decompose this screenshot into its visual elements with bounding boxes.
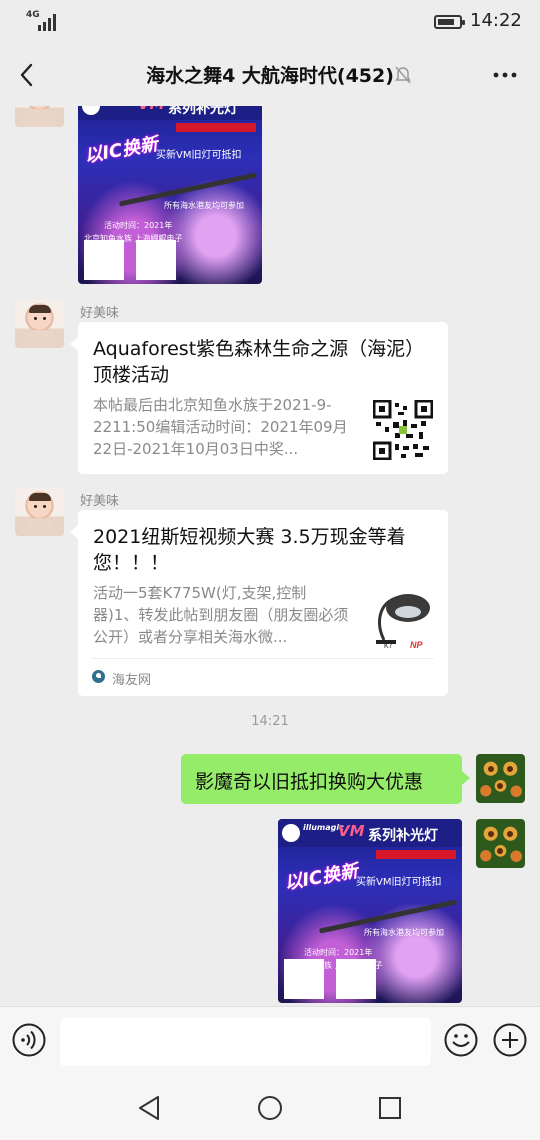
card-description: 活动一5套K775W(灯,支架,控制器)1、转发此帖到朋友圈（朋友圈必须公开）或…	[93, 584, 349, 646]
poster-line2: 所有海水港友均可参加	[364, 928, 444, 937]
voice-icon[interactable]	[12, 1023, 46, 1057]
my-text-message[interactable]: 影魔奇以旧抵扣换购大优惠	[181, 754, 470, 804]
home-circle-icon[interactable]	[254, 1092, 286, 1124]
signal-icon	[38, 14, 56, 31]
poster-series: 系列补光灯	[368, 828, 438, 844]
bell-muted-icon	[395, 66, 411, 84]
thumb-label: K7	[384, 643, 393, 650]
recents-square-icon[interactable]	[374, 1092, 406, 1124]
my-avatar[interactable]	[476, 819, 525, 868]
avatar[interactable]	[15, 299, 64, 348]
qr-code	[84, 240, 124, 280]
poster-swap: 以IC换新	[82, 133, 160, 168]
brand-logo-icon	[282, 824, 300, 842]
plus-icon[interactable]	[493, 1023, 527, 1057]
message-list[interactable]: illumagic VM 系列补光灯 以IC换新 买新VM旧灯可抵扣 所有海水港…	[0, 106, 540, 1006]
chat-header: 海水之舞4 大航海时代(452)	[0, 44, 540, 106]
message-timestamp: 14:21	[251, 714, 289, 729]
message-input[interactable]	[60, 1018, 431, 1066]
sender-name: 好美味	[80, 494, 120, 509]
card-description: 本帖最后由北京知鱼水族于2021-9-2211:50编辑活动时间：2021年09…	[93, 396, 348, 458]
card-source: 海友网	[92, 658, 434, 696]
system-nav-bar	[0, 1076, 540, 1140]
poster-line3: 活动时间：2021年	[104, 221, 173, 230]
battery-icon	[434, 15, 465, 29]
battery-level	[438, 19, 454, 25]
card-title: Aquaforest紫色森林生命之源（海泥）顶楼活动	[93, 338, 415, 386]
qr-code	[284, 959, 324, 999]
status-bar: 4G 14:22	[0, 0, 540, 44]
link-card[interactable]: 2021纽斯短视频大赛 3.5万现金等着您！！！ 活动一5套K775W(灯,支架…	[70, 510, 448, 696]
avatar[interactable]	[15, 106, 64, 127]
input-bar	[0, 1006, 540, 1077]
emoji-icon[interactable]	[444, 1023, 478, 1057]
sender-name: 好美味	[80, 306, 120, 321]
qr-code	[336, 959, 376, 999]
avatar[interactable]	[15, 487, 64, 536]
source-logo-icon	[92, 670, 105, 683]
source-name: 海友网	[112, 673, 152, 688]
poster-line1: 买新VM旧灯可抵扣	[356, 877, 442, 888]
poster-series: 系列补光灯	[168, 106, 238, 117]
clock: 14:22	[470, 10, 522, 31]
poster-vm: VM	[338, 822, 365, 840]
back-triangle-icon[interactable]	[134, 1092, 166, 1124]
poster-line3: 活动时间：2021年	[304, 948, 373, 957]
message-text: 影魔奇以旧抵扣换购大优惠	[195, 771, 424, 793]
my-image-message[interactable]: illumagic VM 系列补光灯 以IC换新 买新VM旧灯可抵扣 所有海水港…	[278, 819, 462, 1003]
svg-text:NP: NP	[410, 640, 423, 650]
qr-code	[136, 240, 176, 280]
image-message[interactable]: illumagic VM 系列补光灯 以IC换新 买新VM旧灯可抵扣 所有海水港…	[78, 106, 262, 284]
poster-line2: 所有海水港友均可参加	[164, 201, 244, 210]
product-thumbnail: K7 NP	[370, 584, 434, 650]
link-card[interactable]: Aquaforest紫色森林生命之源（海泥）顶楼活动 本帖最后由北京知鱼水族于2…	[70, 322, 448, 474]
page-title: 海水之舞4 大航海时代(452)	[146, 65, 394, 87]
card-title: 2021纽斯短视频大赛 3.5万现金等着您！！！	[93, 526, 406, 574]
poster-swap: 以IC换新	[282, 860, 360, 895]
my-avatar[interactable]	[476, 754, 525, 803]
qr-code-thumbnail	[373, 400, 433, 460]
more-dots-icon[interactable]	[492, 64, 518, 86]
poster-line1: 买新VM旧灯可抵扣	[156, 150, 242, 161]
poster-vm: VM	[138, 106, 165, 113]
